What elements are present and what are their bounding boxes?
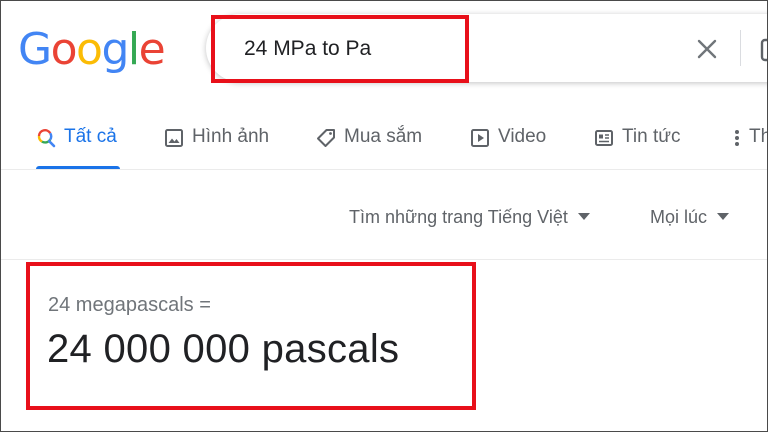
time-filter-label: Mọi lúc — [650, 206, 708, 227]
tab-images[interactable]: Hình ảnh — [164, 118, 269, 170]
tab-all[interactable]: Tất cả — [36, 118, 117, 170]
language-filter-label: Tìm những trang Tiếng Việt — [349, 206, 568, 227]
keyboard-icon[interactable] — [752, 36, 768, 64]
tab-video[interactable]: Video — [470, 118, 546, 170]
logo-letter: l — [127, 24, 140, 75]
more-vert-icon — [735, 130, 739, 146]
search-highlight-box — [211, 15, 469, 83]
tab-label: Tất cả — [64, 126, 117, 147]
search-icon — [37, 129, 56, 148]
tab-label: Th — [749, 126, 768, 147]
logo-letter: o — [76, 24, 103, 75]
chevron-down-icon — [577, 213, 590, 220]
tab-label: Mua sắm — [344, 126, 423, 147]
tag-icon — [317, 129, 335, 147]
search-divider — [740, 30, 741, 66]
tab-news[interactable]: Tin tức — [594, 118, 680, 170]
image-icon — [165, 129, 183, 147]
logo-letter: e — [138, 24, 166, 75]
news-icon — [595, 130, 613, 146]
tab-label: Hình ảnh — [192, 126, 270, 147]
clear-search-button[interactable] — [690, 32, 724, 66]
time-filter-dropdown[interactable]: Mọi lúc — [650, 204, 730, 230]
tab-more[interactable]: Th — [733, 118, 768, 170]
play-icon — [471, 129, 489, 147]
language-filter-dropdown[interactable]: Tìm những trang Tiếng Việt — [349, 204, 590, 230]
logo-letter: g — [101, 24, 129, 75]
search-tabs: Tất cả Hình ảnh Mua sắm Video Tin tức Th — [0, 118, 768, 170]
chevron-down-icon — [717, 213, 730, 220]
close-icon — [697, 39, 717, 59]
tabs-divider — [0, 169, 768, 170]
answer-highlight-box — [26, 262, 476, 410]
tab-shopping[interactable]: Mua sắm — [316, 118, 422, 170]
tab-label: Video — [498, 126, 547, 147]
google-logo[interactable]: Google — [18, 24, 166, 76]
logo-letter: o — [50, 24, 78, 75]
logo-letter: G — [18, 24, 52, 75]
tab-label: Tin tức — [622, 126, 681, 147]
filters-divider — [0, 259, 768, 260]
